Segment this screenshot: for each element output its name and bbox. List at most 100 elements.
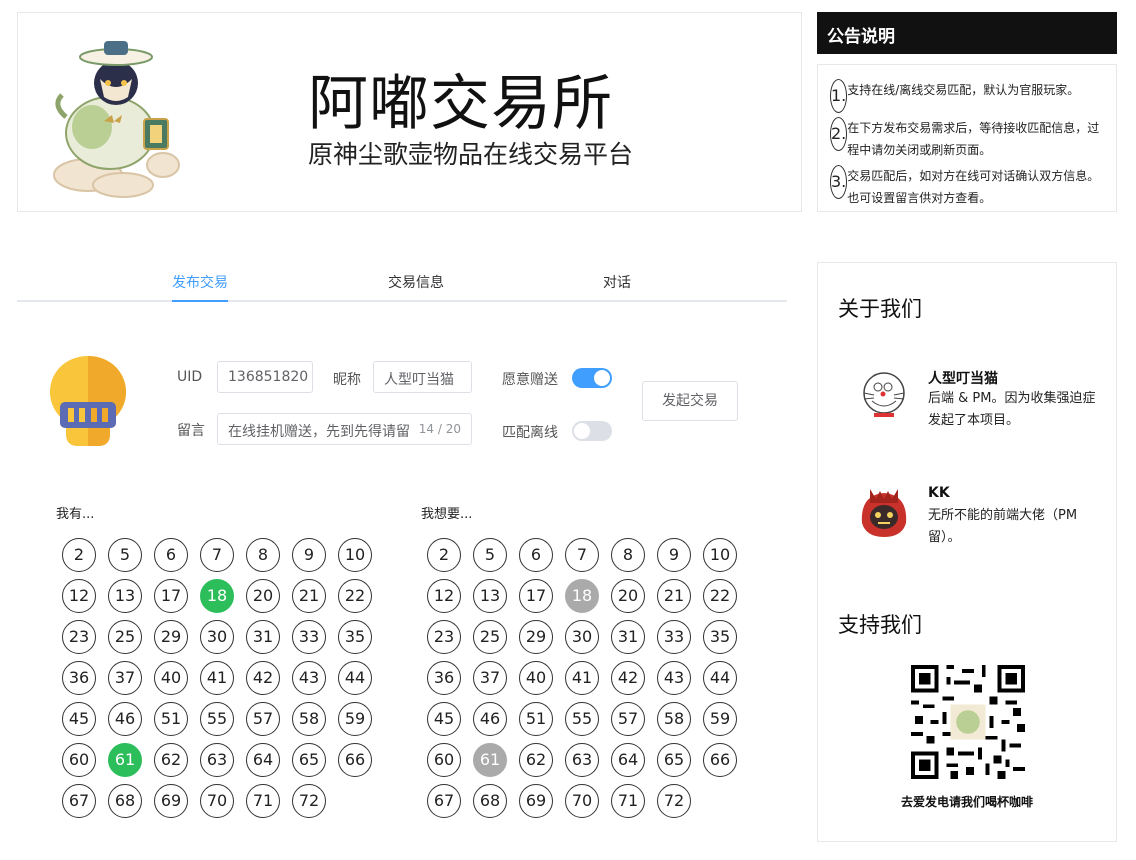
want-number-chip[interactable]: 51 [519, 702, 553, 736]
want-number-chip[interactable]: 25 [473, 620, 507, 654]
have-number-chip[interactable]: 35 [338, 620, 372, 654]
want-number-chip[interactable]: 9 [657, 538, 691, 572]
have-number-chip[interactable]: 43 [292, 661, 326, 695]
have-number-chip[interactable]: 25 [108, 620, 142, 654]
gift-toggle[interactable] [572, 368, 612, 388]
want-number-chip[interactable]: 72 [657, 784, 691, 818]
have-number-chip[interactable]: 68 [108, 784, 142, 818]
want-number-chip[interactable]: 20 [611, 579, 645, 613]
want-number-chip[interactable]: 43 [657, 661, 691, 695]
want-number-chip[interactable]: 36 [427, 661, 461, 695]
want-number-chip[interactable]: 2 [427, 538, 461, 572]
want-number-chip[interactable]: 6 [519, 538, 553, 572]
have-number-chip[interactable]: 41 [200, 661, 234, 695]
want-number-chip[interactable]: 13 [473, 579, 507, 613]
want-number-chip[interactable]: 68 [473, 784, 507, 818]
want-number-chip[interactable]: 59 [703, 702, 737, 736]
have-number-chip[interactable]: 71 [246, 784, 280, 818]
want-number-chip[interactable]: 29 [519, 620, 553, 654]
have-number-chip[interactable]: 33 [292, 620, 326, 654]
want-number-chip[interactable]: 63 [565, 743, 599, 777]
have-number-chip[interactable]: 7 [200, 538, 234, 572]
want-number-chip[interactable]: 7 [565, 538, 599, 572]
want-number-chip[interactable]: 21 [657, 579, 691, 613]
have-number-chip[interactable]: 72 [292, 784, 326, 818]
have-number-chip[interactable]: 58 [292, 702, 326, 736]
want-number-chip[interactable]: 5 [473, 538, 507, 572]
want-number-chip[interactable]: 44 [703, 661, 737, 695]
have-number-chip[interactable]: 37 [108, 661, 142, 695]
have-number-chip[interactable]: 8 [246, 538, 280, 572]
want-number-chip[interactable]: 41 [565, 661, 599, 695]
want-number-chip[interactable]: 10 [703, 538, 737, 572]
uid-input[interactable]: 136851820 [217, 361, 313, 393]
nickname-input[interactable]: 人型叮当猫 [373, 361, 472, 393]
qr-code-icon[interactable] [911, 665, 1025, 779]
have-number-chip[interactable]: 60 [62, 743, 96, 777]
want-number-chip[interactable]: 30 [565, 620, 599, 654]
want-number-chip[interactable]: 23 [427, 620, 461, 654]
have-number-chip[interactable]: 57 [246, 702, 280, 736]
have-number-chip[interactable]: 46 [108, 702, 142, 736]
have-number-chip[interactable]: 36 [62, 661, 96, 695]
want-number-chip[interactable]: 62 [519, 743, 553, 777]
have-number-chip[interactable]: 63 [200, 743, 234, 777]
have-number-chip[interactable]: 31 [246, 620, 280, 654]
want-number-chip[interactable]: 65 [657, 743, 691, 777]
have-number-chip[interactable]: 23 [62, 620, 96, 654]
have-number-chip[interactable]: 10 [338, 538, 372, 572]
have-number-chip[interactable]: 20 [246, 579, 280, 613]
want-number-chip[interactable]: 60 [427, 743, 461, 777]
have-number-chip[interactable]: 67 [62, 784, 96, 818]
want-number-chip[interactable]: 37 [473, 661, 507, 695]
have-number-chip[interactable]: 64 [246, 743, 280, 777]
have-number-chip[interactable]: 66 [338, 743, 372, 777]
tab-chat[interactable]: 对话 [603, 272, 631, 292]
have-number-chip[interactable]: 65 [292, 743, 326, 777]
want-number-chip[interactable]: 61 [473, 743, 507, 777]
want-number-chip[interactable]: 17 [519, 579, 553, 613]
want-number-chip[interactable]: 12 [427, 579, 461, 613]
have-number-chip[interactable]: 2 [62, 538, 96, 572]
have-number-chip[interactable]: 17 [154, 579, 188, 613]
have-number-chip[interactable]: 30 [200, 620, 234, 654]
have-number-chip[interactable]: 29 [154, 620, 188, 654]
have-number-chip[interactable]: 59 [338, 702, 372, 736]
want-number-chip[interactable]: 66 [703, 743, 737, 777]
want-number-chip[interactable]: 71 [611, 784, 645, 818]
want-number-chip[interactable]: 57 [611, 702, 645, 736]
message-input[interactable]: 在线挂机赠送，先到先得请留 14 / 20 [217, 413, 472, 445]
have-number-chip[interactable]: 5 [108, 538, 142, 572]
want-number-chip[interactable]: 22 [703, 579, 737, 613]
have-number-chip[interactable]: 18 [200, 579, 234, 613]
have-number-chip[interactable]: 12 [62, 579, 96, 613]
want-number-chip[interactable]: 70 [565, 784, 599, 818]
want-number-chip[interactable]: 33 [657, 620, 691, 654]
tab-trade-info[interactable]: 交易信息 [388, 272, 444, 292]
have-number-chip[interactable]: 61 [108, 743, 142, 777]
want-number-chip[interactable]: 55 [565, 702, 599, 736]
have-number-chip[interactable]: 44 [338, 661, 372, 695]
want-number-chip[interactable]: 58 [657, 702, 691, 736]
have-number-chip[interactable]: 62 [154, 743, 188, 777]
have-number-chip[interactable]: 40 [154, 661, 188, 695]
want-number-chip[interactable]: 69 [519, 784, 553, 818]
tab-publish-trade[interactable]: 发布交易 [172, 272, 228, 292]
want-number-chip[interactable]: 46 [473, 702, 507, 736]
want-number-chip[interactable]: 40 [519, 661, 553, 695]
have-number-chip[interactable]: 55 [200, 702, 234, 736]
offline-toggle[interactable] [572, 421, 612, 441]
want-number-chip[interactable]: 64 [611, 743, 645, 777]
want-number-chip[interactable]: 45 [427, 702, 461, 736]
have-number-chip[interactable]: 70 [200, 784, 234, 818]
submit-trade-button[interactable]: 发起交易 [642, 381, 738, 421]
have-number-chip[interactable]: 51 [154, 702, 188, 736]
want-number-chip[interactable]: 42 [611, 661, 645, 695]
have-number-chip[interactable]: 21 [292, 579, 326, 613]
want-number-chip[interactable]: 31 [611, 620, 645, 654]
have-number-chip[interactable]: 9 [292, 538, 326, 572]
want-number-chip[interactable]: 67 [427, 784, 461, 818]
have-number-chip[interactable]: 69 [154, 784, 188, 818]
have-number-chip[interactable]: 45 [62, 702, 96, 736]
want-number-chip[interactable]: 18 [565, 579, 599, 613]
